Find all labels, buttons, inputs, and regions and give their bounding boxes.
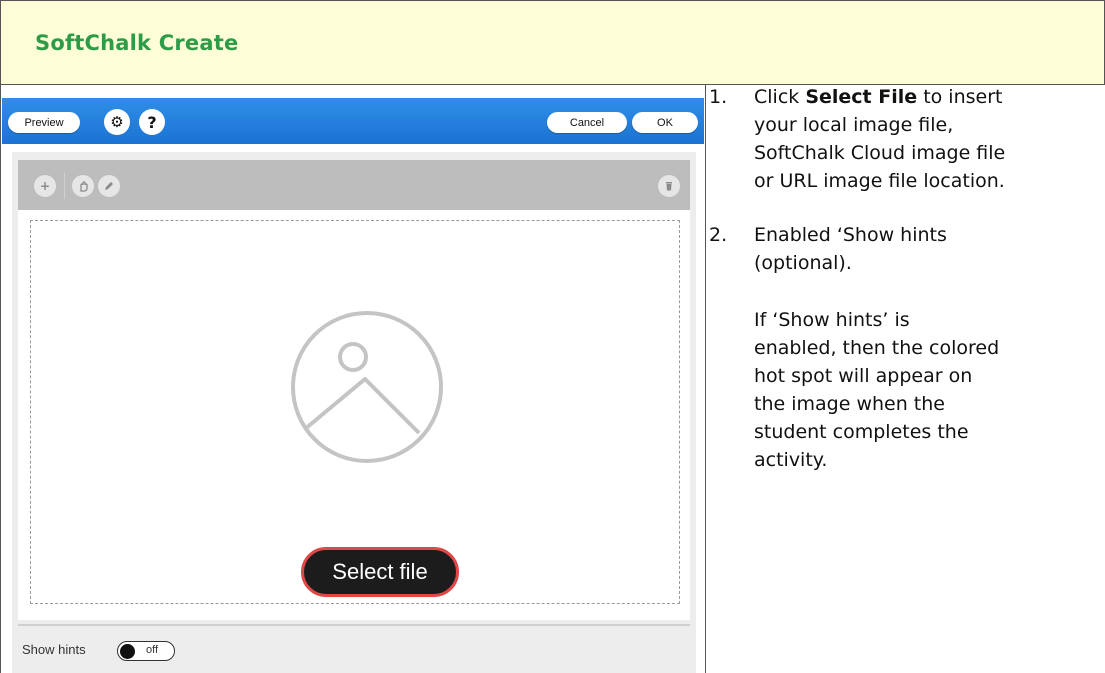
show-hints-toggle[interactable]: off [117,641,175,661]
image-canvas: Select file [18,210,690,620]
step-1-number: 1. [709,86,728,108]
step-1-text: Click Select File to insert your local i… [754,83,1105,195]
drop-zone[interactable]: Select file [30,220,680,604]
step-2-text: Enabled ‘Show hints (optional). [754,221,1105,277]
step-1-before: Click [754,86,806,108]
document-page: SoftChalk Create Preview ⚙ ? Cancel OK + [0,0,1105,673]
step-2-line-2: (optional). [754,252,852,274]
editor-frame: + Select file Show hints off [12,152,696,673]
trash-glyph [666,182,672,191]
note-line-6: activity. [754,449,828,471]
page-title: SoftChalk Create [35,31,239,55]
column-divider [705,84,706,673]
note-line-3: hot spot will appear on [754,365,973,387]
toolbar-separator [64,173,65,199]
header-band: SoftChalk Create [0,0,1105,84]
gear-icon[interactable]: ⚙ [104,109,130,135]
note-line-1: If ‘Show hints’ is [754,309,910,331]
preview-button[interactable]: Preview [8,112,80,133]
cancel-button[interactable]: Cancel [547,112,627,133]
step-1-line-1: Click Select File to insert [754,83,1105,111]
add-icon[interactable]: + [34,175,56,197]
step-2-line-1: Enabled ‘Show hints [754,224,947,246]
step-1-line-4: or URL image file location. [754,170,1005,192]
question-icon[interactable]: ? [139,109,165,135]
hand-glyph [80,181,88,192]
step-1-after: to insert [917,86,1003,108]
pencil-glyph [105,182,113,190]
show-hints-label: Show hints [22,642,86,657]
hint-note: If ‘Show hints’ is enabled, then the col… [754,306,1105,474]
step-1-line-2: your local image file, [754,114,954,136]
instructions-column: 1. Click Select File to insert your loca… [709,84,1105,673]
edit-toolbar: + [18,160,690,210]
pencil-icon[interactable] [98,175,120,197]
step-1-bold: Select File [805,86,918,108]
toggle-knob [120,644,135,659]
step-2-number: 2. [709,224,728,246]
hand-icon[interactable] [72,175,94,197]
top-toolbar: Preview ⚙ ? Cancel OK [2,98,704,144]
trash-icon[interactable] [658,175,680,197]
note-line-2: enabled, then the colored [754,337,1000,359]
image-placeholder-icon [291,311,443,463]
hints-bar: Show hints off [18,624,690,673]
step-1-line-3: SoftChalk Cloud image file [754,142,1006,164]
select-file-button[interactable]: Select file [301,547,459,597]
ok-button[interactable]: OK [632,112,698,133]
screenshot-panel: Preview ⚙ ? Cancel OK + Select file Show… [2,98,704,673]
note-line-5: student completes the [754,421,969,443]
note-line-4: the image when the [754,393,945,415]
toggle-state: off [146,644,159,656]
